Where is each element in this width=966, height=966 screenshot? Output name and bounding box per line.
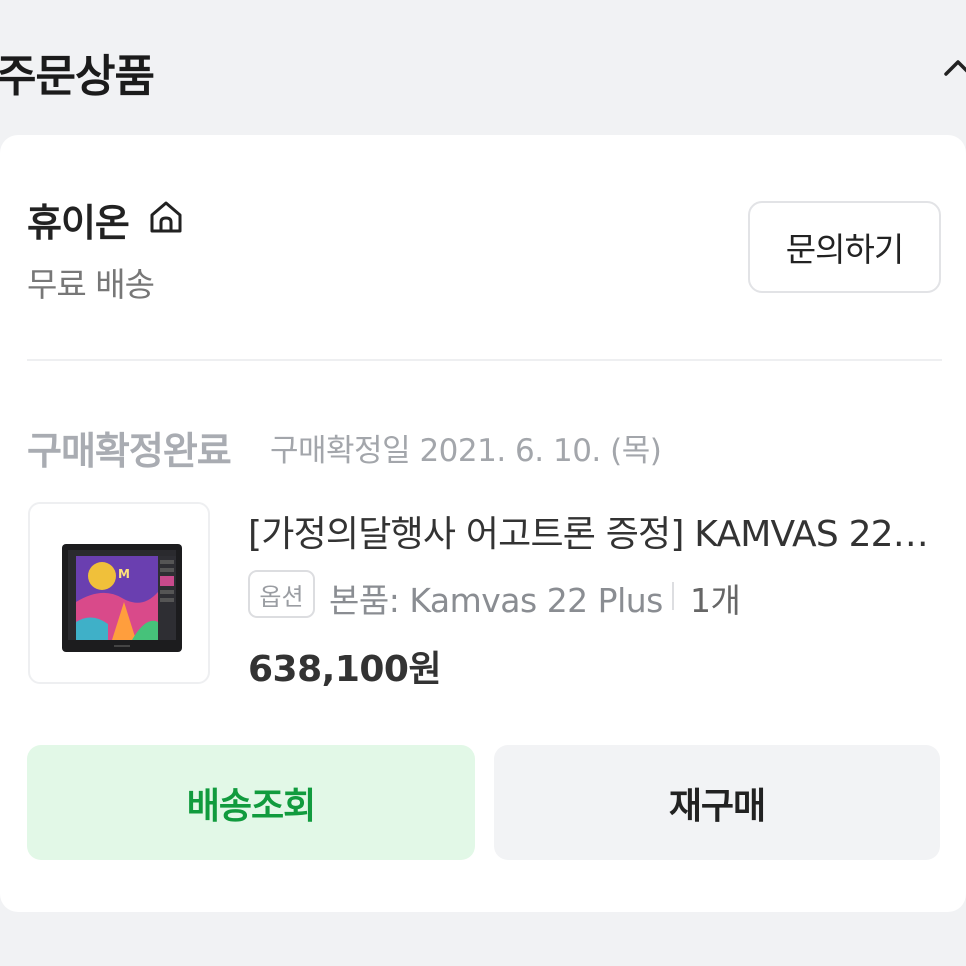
separator xyxy=(672,582,674,610)
inquiry-button[interactable]: 문의하기 xyxy=(748,201,941,293)
option-badge: 옵션 xyxy=(248,570,315,618)
shipping-fee: 무료 배송 xyxy=(27,265,155,304)
svg-text:M: M xyxy=(118,567,130,581)
drawing-tablet-image: M xyxy=(62,544,182,652)
section-title: 주문상품 xyxy=(0,51,155,102)
seller-name[interactable]: 휴이온 xyxy=(27,192,130,247)
store-home-icon[interactable] xyxy=(147,198,185,236)
confirm-date: 구매확정일 2021. 6. 10. (목) xyxy=(270,433,662,469)
product-option: 본품: Kamvas 22 Plus xyxy=(329,581,663,620)
track-delivery-button[interactable]: 배송조회 xyxy=(27,745,475,860)
order-items-header[interactable]: 주문상품 xyxy=(0,0,966,135)
product-price: 638,100원 xyxy=(248,649,442,690)
divider xyxy=(27,359,942,361)
product-thumbnail[interactable]: M xyxy=(28,502,210,684)
product-quantity: 1개 xyxy=(690,581,741,620)
rebuy-button[interactable]: 재구매 xyxy=(494,745,940,860)
order-status: 구매확정완료 xyxy=(27,429,232,473)
chevron-up-icon[interactable] xyxy=(944,52,966,80)
product-title[interactable]: [가정의달행사 어고트론 증정] KAMVAS 22 Plus xyxy=(248,505,938,557)
